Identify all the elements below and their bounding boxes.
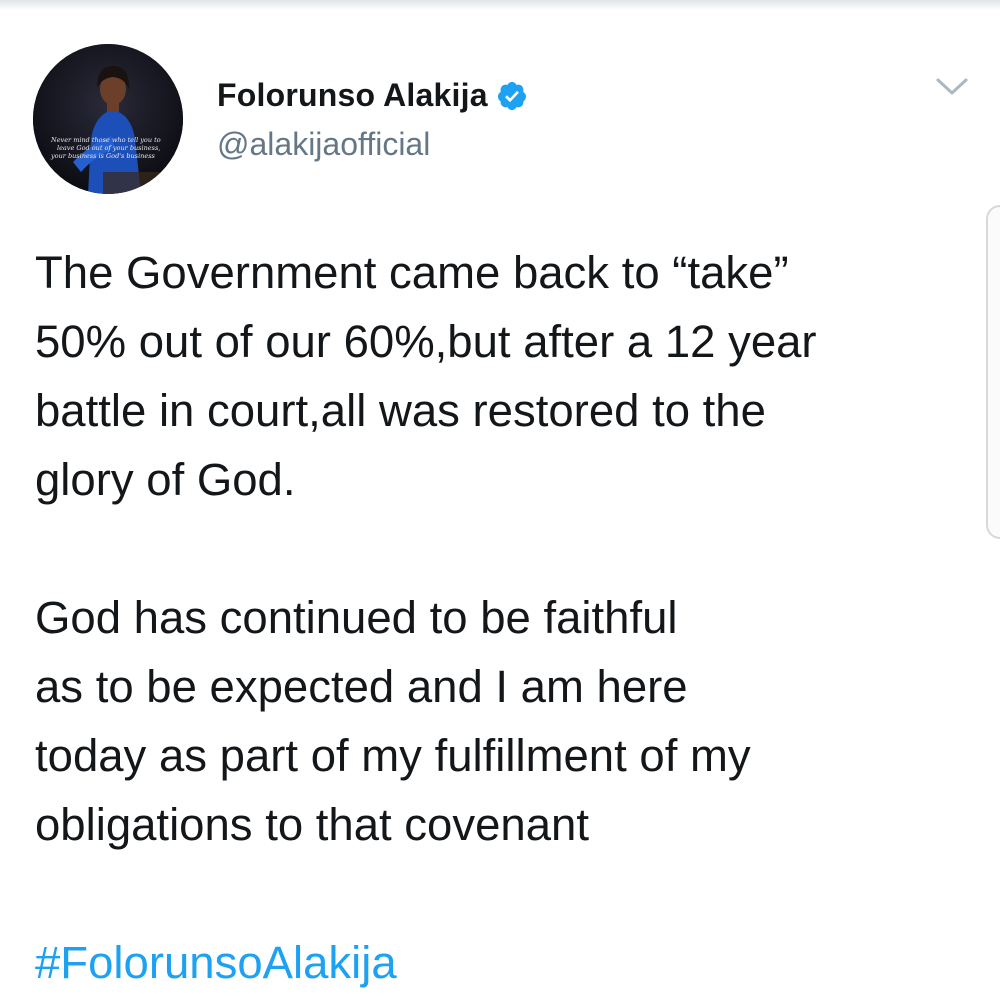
tweet-line: obligations to that covenant xyxy=(35,799,589,850)
tweet-line: 50% out of our 60%,but after a 12 year xyxy=(35,316,817,367)
author-name-row[interactable]: Folorunso Alakija xyxy=(217,77,528,114)
tweet-line: God has continued to be faithful xyxy=(35,592,678,643)
tweet-card: Never mind those who tell you to leave G… xyxy=(0,0,1000,1000)
avatar[interactable]: Never mind those who tell you to leave G… xyxy=(33,44,183,194)
tweet-line: battle in court,all was restored to the xyxy=(35,385,766,436)
verified-badge-icon xyxy=(496,80,528,112)
avatar-image: Never mind those who tell you to leave G… xyxy=(33,44,183,194)
tweet-line: as to be expected and I am here xyxy=(35,661,688,712)
author-handle[interactable]: @alakijaofficial xyxy=(217,126,430,163)
svg-text:Never mind those who tell you: Never mind those who tell you to xyxy=(50,136,161,144)
hashtag-line: #FolorunsoAlakija xyxy=(35,928,985,997)
tweet-menu-button[interactable] xyxy=(930,70,974,104)
hashtag-link[interactable]: #FolorunsoAlakija xyxy=(35,937,397,988)
scrollbar[interactable] xyxy=(986,205,1000,539)
tweet-line: glory of God. xyxy=(35,454,296,505)
author-display-name[interactable]: Folorunso Alakija xyxy=(217,77,488,114)
tweet-line: The Government came back to “take” xyxy=(35,247,789,298)
tweet-text: The Government came back to “take” 50% o… xyxy=(35,238,985,997)
chevron-down-icon xyxy=(936,78,968,95)
svg-text:leave God out of your business: leave God out of your business, xyxy=(57,144,160,152)
tweet-line: today as part of my fulfillment of my xyxy=(35,730,751,781)
svg-text:your business is God's busines: your business is God's business xyxy=(50,152,156,160)
